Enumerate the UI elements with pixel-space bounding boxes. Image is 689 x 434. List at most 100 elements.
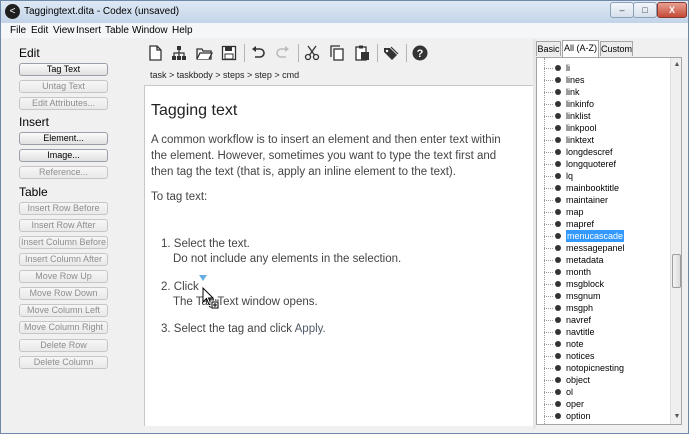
element-list[interactable]: li lines link linkinfo linklist linkpool linkt… bbox=[536, 57, 682, 425]
element-list-scrollbar[interactable]: ▲ ▼ bbox=[670, 58, 681, 424]
tab-all-a-z[interactable]: All (A-Z) bbox=[562, 40, 599, 57]
tag-icon[interactable] bbox=[382, 44, 400, 62]
maximize-button[interactable]: □ bbox=[633, 2, 657, 18]
element-list-item[interactable]: msgph bbox=[537, 302, 669, 314]
element-list-item[interactable]: ol bbox=[537, 386, 669, 398]
tree-branch bbox=[544, 236, 553, 237]
element-list-item[interactable]: mapref bbox=[537, 218, 669, 230]
move-column-left-button[interactable]: Move Column Left bbox=[19, 304, 108, 317]
element-list-item[interactable]: notopicnesting bbox=[537, 362, 669, 374]
menu-file[interactable]: File bbox=[10, 25, 26, 36]
minimize-button[interactable]: – bbox=[610, 2, 634, 18]
copy-icon[interactable] bbox=[328, 44, 346, 62]
element-list-item[interactable]: navtitle bbox=[537, 326, 669, 338]
insert-column-after-button[interactable]: Insert Column After bbox=[19, 253, 108, 266]
element-list-item[interactable]: linkinfo bbox=[537, 98, 669, 110]
help-icon[interactable]: ? bbox=[411, 44, 429, 62]
structure-icon[interactable] bbox=[170, 44, 188, 62]
insert-column-before-button[interactable]: Insert Column Before bbox=[19, 236, 108, 249]
cut-icon[interactable] bbox=[303, 44, 321, 62]
table-heading: Table bbox=[19, 185, 48, 199]
element-list-item[interactable]: menucascade bbox=[537, 230, 669, 242]
close-button[interactable]: X bbox=[657, 2, 687, 18]
edit-attributes-button[interactable]: Edit Attributes... bbox=[19, 97, 108, 110]
element-list-item[interactable]: month bbox=[537, 266, 669, 278]
tab-basic[interactable]: Basic bbox=[536, 41, 561, 56]
element-list-item-label: mapref bbox=[566, 219, 595, 229]
element-list-item[interactable]: longdescref bbox=[537, 146, 669, 158]
step-2-info[interactable]: The Tag Text window opens. bbox=[161, 295, 318, 310]
element-list-item[interactable]: map bbox=[537, 206, 669, 218]
element-list-item[interactable]: lines bbox=[537, 74, 669, 86]
scroll-thumb[interactable] bbox=[672, 254, 681, 288]
save-icon[interactable] bbox=[220, 44, 238, 62]
step-3-apply[interactable]: Apply. bbox=[295, 323, 326, 335]
drag-copy-pointer-icon bbox=[202, 286, 222, 311]
menu-insert[interactable]: Insert bbox=[76, 25, 101, 36]
element-list-item[interactable]: link bbox=[537, 86, 669, 98]
step-3-text[interactable]: 3. Select the tag and click bbox=[161, 323, 292, 335]
insert-image-button[interactable]: Image... bbox=[19, 149, 108, 162]
element-list-item[interactable]: navref bbox=[537, 314, 669, 326]
app-back-icon[interactable]: < bbox=[5, 4, 20, 19]
open-folder-icon[interactable] bbox=[195, 44, 214, 62]
element-bullet-icon bbox=[555, 245, 561, 251]
element-list-item[interactable]: mainbooktitle bbox=[537, 182, 669, 194]
element-list-item[interactable]: linktext bbox=[537, 134, 669, 146]
tag-text-button[interactable]: Tag Text bbox=[19, 63, 108, 76]
document-paragraph[interactable]: A common workflow is to insert an elemen… bbox=[151, 132, 511, 180]
element-list-item[interactable]: note bbox=[537, 338, 669, 350]
menu-table[interactable]: Table bbox=[105, 25, 129, 36]
breadcrumb[interactable]: task > taskbody > steps > step > cmd bbox=[150, 70, 299, 80]
insert-row-before-button[interactable]: Insert Row Before bbox=[19, 202, 108, 215]
element-list-item[interactable]: metadata bbox=[537, 254, 669, 266]
step-1-info[interactable]: Do not include any elements in the selec… bbox=[161, 252, 401, 267]
element-list-item[interactable]: messagepanel bbox=[537, 242, 669, 254]
element-list-item[interactable]: msgnum bbox=[537, 290, 669, 302]
element-list-item-label: month bbox=[566, 267, 592, 277]
element-list-item[interactable]: li bbox=[537, 62, 669, 74]
step-3[interactable]: 3. Select the tag and click Apply. bbox=[161, 322, 326, 337]
redo-icon[interactable] bbox=[274, 44, 292, 62]
menu-view[interactable]: View bbox=[53, 25, 75, 36]
element-list-item[interactable]: object bbox=[537, 374, 669, 386]
scroll-up-arrow-icon[interactable]: ▲ bbox=[672, 60, 681, 70]
element-list-item[interactable]: maintainer bbox=[537, 194, 669, 206]
untag-text-button[interactable]: Untag Text bbox=[19, 80, 108, 93]
insert-reference-button[interactable]: Reference... bbox=[19, 166, 108, 179]
menu-edit[interactable]: Edit bbox=[31, 25, 48, 36]
element-list-item[interactable]: longquoteref bbox=[537, 158, 669, 170]
element-list-item[interactable]: lq bbox=[537, 170, 669, 182]
document-intro[interactable]: To tag text: bbox=[151, 191, 207, 203]
move-row-down-button[interactable]: Move Row Down bbox=[19, 287, 108, 300]
element-list-item[interactable]: oper bbox=[537, 398, 669, 410]
new-document-icon[interactable] bbox=[146, 44, 164, 62]
step-1[interactable]: 1. Select the text. Do not include any e… bbox=[161, 237, 401, 267]
tab-custom[interactable]: Custom bbox=[600, 41, 633, 56]
delete-row-button[interactable]: Delete Row bbox=[19, 339, 108, 352]
insert-row-after-button[interactable]: Insert Row After bbox=[19, 219, 108, 232]
menu-window[interactable]: Window bbox=[132, 25, 168, 36]
insert-element-button[interactable]: Element... bbox=[19, 132, 108, 145]
scroll-down-arrow-icon[interactable]: ▼ bbox=[672, 412, 681, 422]
move-column-right-button[interactable]: Move Column Right bbox=[19, 321, 108, 334]
document-editor[interactable]: Tagging text A common workflow is to ins… bbox=[144, 85, 533, 426]
step-1-text[interactable]: 1. Select the text. bbox=[161, 238, 250, 250]
paste-icon[interactable] bbox=[353, 44, 371, 62]
step-2-text[interactable]: 2. Click bbox=[161, 281, 199, 293]
element-list-item[interactable]: linklist bbox=[537, 110, 669, 122]
element-list-item-label: menucascade bbox=[566, 230, 625, 242]
element-list-item[interactable]: option bbox=[537, 410, 669, 422]
undo-icon[interactable] bbox=[249, 44, 267, 62]
document-title[interactable]: Tagging text bbox=[151, 102, 237, 120]
tree-branch bbox=[544, 344, 553, 345]
element-list-item[interactable]: notices bbox=[537, 350, 669, 362]
delete-column-button[interactable]: Delete Column bbox=[19, 356, 108, 369]
element-list-item[interactable]: msgblock bbox=[537, 278, 669, 290]
tree-branch bbox=[544, 368, 553, 369]
menu-help[interactable]: Help bbox=[172, 25, 193, 36]
element-list-item[interactable]: linkpool bbox=[537, 122, 669, 134]
move-row-up-button[interactable]: Move Row Up bbox=[19, 270, 108, 283]
toolbar-separator bbox=[377, 44, 378, 62]
step-2[interactable]: 2. Click The Tag Text window opens. bbox=[161, 280, 318, 310]
